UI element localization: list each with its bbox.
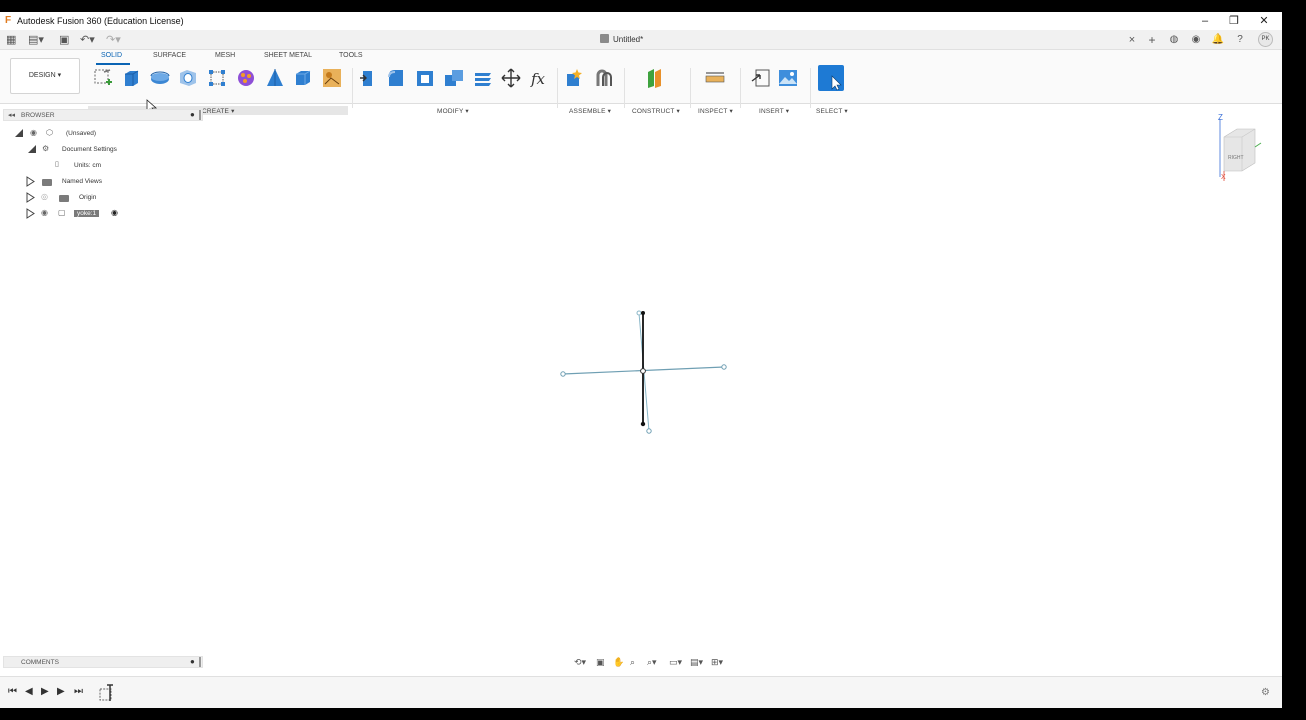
browser-root-label[interactable]: (Unsaved) (66, 128, 96, 140)
units-label[interactable]: Units: cm (74, 160, 101, 172)
sketch-center-point[interactable] (640, 368, 646, 374)
look-at-icon[interactable]: ▣ (596, 655, 605, 669)
document-settings-label[interactable]: Document Settings (62, 144, 117, 156)
expand-component-icon[interactable] (26, 208, 35, 219)
units-document-icon: ▯ (55, 161, 59, 168)
timeline-step-forward-icon[interactable]: ▶ (57, 685, 65, 699)
view-cube-graphic[interactable] (1215, 113, 1270, 183)
expand-origin-icon[interactable] (26, 192, 35, 203)
sketch-endpoint-bottom-light[interactable] (646, 428, 652, 434)
sketch-endpoint-left[interactable] (560, 371, 566, 377)
folder-icon (59, 195, 69, 202)
timeline-step-back-icon[interactable]: ◀ (25, 685, 33, 699)
visibility-hidden-eye-icon[interactable]: ◎ (41, 191, 48, 203)
named-views-label[interactable]: Named Views (62, 176, 102, 188)
activate-component-radio-icon[interactable]: ◉ (111, 207, 118, 219)
timeline-go-end-icon[interactable]: ⏭ (74, 685, 83, 699)
sketch-endpoint-top[interactable] (641, 311, 645, 315)
comments-title: COMMENTS (21, 659, 59, 666)
comments-pin-icon[interactable]: ● (190, 657, 195, 666)
timeline-sketch-feature-icon[interactable] (99, 683, 117, 703)
component-icon: ▢ (58, 208, 66, 217)
component-root-icon: ⬡ (46, 128, 53, 137)
axis-x-label: X (1221, 174, 1226, 181)
visibility-eye-icon[interactable]: ◉ (30, 127, 37, 139)
comments-panel-header[interactable]: COMMENTS ● (3, 656, 203, 668)
fit-zoom-icon[interactable]: ⌕▾ (647, 655, 657, 669)
view-cube[interactable]: Z RIGHT X (1215, 113, 1270, 183)
sketch-endpoint-top-light[interactable] (636, 310, 642, 316)
axis-z-label: Z (1218, 113, 1223, 122)
zoom-icon[interactable]: ⌕ (630, 655, 635, 669)
origin-label[interactable]: Origin (79, 192, 96, 204)
folder-icon (42, 179, 52, 186)
component-label[interactable]: yoke:1 (74, 210, 100, 217)
browser-tree-graphics (15, 129, 36, 219)
visibility-eye-icon[interactable]: ◉ (41, 207, 48, 219)
timeline-settings-gear-icon[interactable]: ⚙ (1261, 686, 1270, 700)
gear-icon: ⚙ (42, 144, 50, 153)
pan-hand-icon[interactable]: ✋ (613, 655, 624, 669)
timeline-go-start-icon[interactable]: ⏮ (8, 685, 17, 699)
expand-root-icon[interactable] (15, 129, 23, 137)
component-row[interactable]: yoke:1 (74, 208, 100, 220)
sketch-endpoint-right[interactable] (721, 364, 727, 370)
fusion-app-window: F Autodesk Fusion 360 (Education License… (0, 12, 1282, 708)
orbit-icon[interactable]: ⟲▾ (574, 655, 586, 669)
expand-doc-settings-icon[interactable] (28, 145, 36, 153)
expand-named-views-icon[interactable] (26, 176, 35, 187)
display-settings-icon[interactable]: ▭▾ (669, 655, 682, 669)
grid-snaps-icon[interactable]: ▤▾ (690, 655, 703, 669)
panel-resize-handle[interactable] (199, 657, 201, 667)
viewports-icon[interactable]: ⊞▾ (711, 655, 723, 669)
timeline-bar: ⏮ ◀ ▶ ▶ ⏭ ⚙ (0, 676, 1282, 708)
sketch-endpoint-bottom[interactable] (640, 421, 646, 427)
navigation-bar: ⟲▾ ▣ ✋ ⌕ ⌕▾ ▭▾ ▤▾ ⊞▾ (572, 655, 732, 669)
view-cube-face-label[interactable]: RIGHT (1228, 155, 1244, 161)
timeline-play-icon[interactable]: ▶ (41, 685, 49, 699)
